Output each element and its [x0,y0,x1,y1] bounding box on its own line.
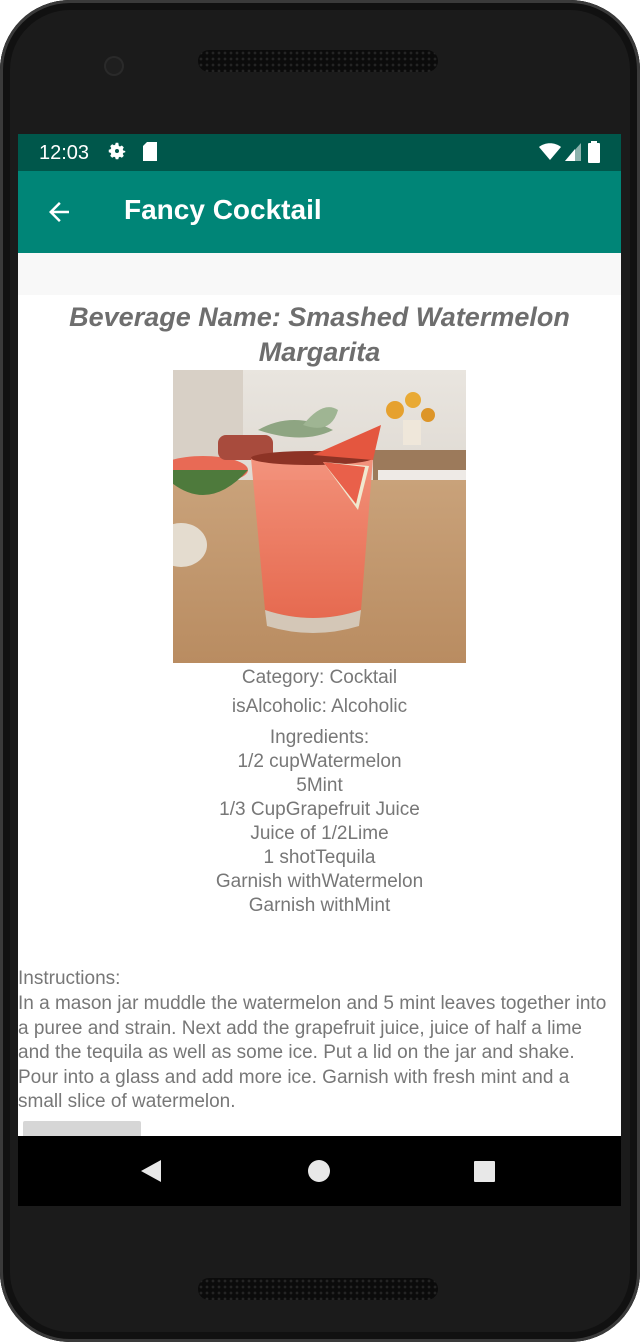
wifi-icon [539,143,561,160]
app-title: Fancy Cocktail [124,194,322,225]
battery-icon [588,141,600,163]
nav-recent-icon[interactable] [474,1161,495,1182]
ingredients-label: Ingredients: [269,727,370,748]
ingredient-item: Juice of 1/2Lime [250,823,389,844]
ingredient-item: 5Mint [296,775,343,796]
top-speaker [198,50,438,72]
bottom-speaker [198,1278,438,1300]
instructions-label: Instructions: [18,968,121,989]
screen: 12:03 Fancy Cocktail Beverage Name: Smas… [18,134,621,1206]
ingredient-item: 1 shotTequila [263,847,376,868]
ingredient-item: Garnish withWatermelon [215,871,424,892]
header-spacer [18,253,621,295]
phone-frame: 12:03 Fancy Cocktail Beverage Name: Smas… [0,0,640,1342]
signal-icon [565,143,581,161]
ingredients-list: Ingredients: 1/2 cupWatermelon 5Mint 1/3… [18,726,621,918]
instructions-text: In a mason jar muddle the watermelon and… [18,993,607,1112]
cocktail-photo [173,370,466,663]
navigation-bar [18,1136,621,1206]
status-time: 12:03 [39,142,90,164]
front-camera [104,56,124,76]
category-text: Category: Cocktail [241,667,398,688]
status-indicators [539,141,603,163]
ingredient-item: 1/2 cupWatermelon [237,751,402,772]
app-bar: Fancy Cocktail [18,171,621,253]
ingredient-item: Garnish withMint [248,895,391,916]
nav-home-icon[interactable] [308,1160,330,1182]
beverage-name: Beverage Name: Smashed Watermelon Margar… [69,302,570,367]
ingredient-item: 1/3 CupGrapefruit Juice [219,799,420,820]
sd-card-icon [143,142,157,161]
status-bar: 12:03 [18,134,621,171]
gear-icon [108,142,126,160]
nav-back-icon[interactable] [139,1158,163,1184]
alcoholic-text: isAlcoholic: Alcoholic [231,696,408,717]
arrow-back-icon[interactable] [44,197,74,227]
